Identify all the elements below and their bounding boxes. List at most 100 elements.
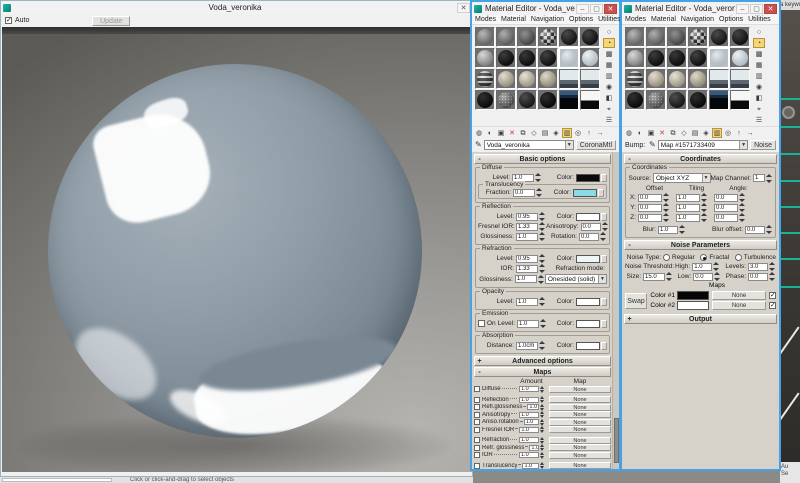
spinner[interactable] (540, 319, 547, 328)
noise-type-regular-radio[interactable] (663, 254, 670, 261)
noise-color2-map-button[interactable]: None (712, 301, 766, 310)
axis-angle-field[interactable]: 0.0 (714, 213, 738, 222)
material-sample-slot[interactable] (475, 90, 495, 110)
close-button[interactable]: ✕ (764, 3, 777, 14)
noise-type-fractal-radio[interactable] (700, 254, 708, 261)
menu-material[interactable]: Material (651, 16, 676, 23)
put-material-to-scene-icon[interactable]: ◐ (635, 128, 645, 138)
material-sample-slot[interactable] (538, 90, 558, 110)
map-amount-field[interactable]: 1.0 (519, 452, 539, 459)
material-sample-slot[interactable] (730, 69, 750, 89)
go-to-parent-icon[interactable]: ↑ (734, 128, 744, 138)
material-sample-slot[interactable] (667, 48, 687, 68)
refraction-mode-dropdown[interactable]: Onesided (solid) ▼ (544, 274, 607, 284)
material-sample-slot[interactable] (688, 90, 708, 110)
spinner[interactable] (701, 213, 708, 222)
material-sample-slot[interactable] (667, 27, 687, 47)
axis-tiling-field[interactable]: 1.0 (676, 213, 700, 222)
material-sample-slot[interactable] (559, 90, 579, 110)
spinner[interactable] (714, 272, 721, 281)
refraction-glossiness-field[interactable]: 1.0 (514, 275, 537, 283)
refraction-color-swatch[interactable] (576, 254, 600, 263)
material-sample-slot[interactable] (559, 27, 579, 47)
material-sample-slot[interactable] (709, 27, 729, 47)
me2-titlebar[interactable]: Material Editor - Voda_veronika – ▢ ✕ (622, 2, 779, 15)
map-amount-field[interactable]: 1.0 (519, 386, 539, 393)
axis-tiling-field[interactable]: 1.0 (676, 203, 700, 212)
map-button[interactable]: None (549, 451, 611, 459)
options-icon[interactable]: ◧ (753, 93, 765, 103)
spinner[interactable] (739, 193, 746, 202)
spinner[interactable] (540, 385, 547, 393)
refraction-color-map-button[interactable] (601, 254, 607, 263)
material-sample-slot[interactable] (538, 48, 558, 68)
rollout-coordinates[interactable]: - Coordinates (624, 154, 777, 164)
map-button[interactable]: None (549, 436, 611, 444)
emission-color-map-button[interactable] (601, 319, 607, 328)
noise-high-field[interactable]: 1.0 (692, 262, 713, 271)
maximize-button[interactable]: ▢ (750, 3, 763, 14)
material-sample-slot[interactable] (517, 27, 537, 47)
generate-preview-icon[interactable]: ◉ (753, 82, 765, 92)
axis-offset-field[interactable]: 0.0 (638, 193, 662, 202)
emission-color-swatch[interactable] (576, 319, 600, 328)
select-by-material-icon[interactable]: ⌖ (753, 104, 765, 114)
map-button[interactable]: None (549, 418, 611, 426)
spinner[interactable] (766, 225, 773, 234)
material-sample-slot[interactable] (475, 27, 495, 47)
map-button[interactable]: None (549, 385, 611, 393)
make-unique-icon[interactable]: ◇ (679, 128, 689, 138)
menu-modes[interactable]: Modes (625, 16, 646, 23)
material-sample-slot[interactable] (646, 48, 666, 68)
spinner[interactable] (540, 418, 547, 426)
material-sample-slot[interactable] (475, 48, 495, 68)
menu-utilities[interactable]: Utilities (598, 16, 621, 23)
spinner[interactable] (540, 411, 547, 419)
material-sample-slot[interactable] (580, 48, 600, 68)
sample-uv-tiling-icon[interactable]: ▦ (753, 60, 765, 70)
map-amount-field[interactable]: 1.0 (529, 444, 539, 451)
axis-offset-field[interactable]: 0.0 (638, 213, 662, 222)
material-map-navigator-icon[interactable]: ☰ (603, 115, 615, 125)
map-button[interactable]: None (549, 403, 611, 411)
map-enable-checkbox[interactable] (474, 396, 480, 403)
material-sample-slot[interactable] (667, 90, 687, 110)
map-enable-checkbox[interactable] (474, 462, 480, 469)
noise-type-turbulence-radio[interactable] (734, 254, 742, 261)
make-material-copy-icon[interactable]: ⧉ (668, 128, 678, 138)
map-button[interactable]: None (549, 444, 611, 452)
spinner[interactable] (540, 462, 547, 469)
rollout-output[interactable]: + Output (624, 314, 777, 324)
spinner[interactable] (540, 444, 547, 452)
select-by-material-icon[interactable]: ⌖ (603, 104, 615, 114)
go-forward-to-sibling-icon[interactable]: → (595, 128, 605, 138)
noise-levels-field[interactable]: 3.0 (748, 262, 768, 271)
material-map-navigator-icon[interactable]: ☰ (753, 115, 765, 125)
render-window-titlebar[interactable]: Voda_veronika ✕ (1, 1, 472, 14)
minimize-button[interactable]: – (736, 3, 749, 14)
spinner[interactable] (663, 203, 670, 212)
rollout-maps[interactable]: - Maps (474, 367, 611, 377)
video-color-check-icon[interactable]: ▥ (753, 71, 765, 81)
reset-map-icon[interactable]: ✕ (507, 128, 517, 138)
refraction-ior-field[interactable]: 1.33 (516, 264, 538, 273)
spinner[interactable] (679, 225, 686, 234)
generate-preview-icon[interactable]: ◉ (603, 82, 615, 92)
spinner[interactable] (663, 193, 670, 202)
noise-color1-enable-checkbox[interactable] (769, 291, 776, 299)
put-material-to-scene-icon[interactable]: ◐ (485, 128, 495, 138)
close-button[interactable]: ✕ (604, 3, 617, 14)
show-end-result-icon[interactable]: ◎ (723, 128, 733, 138)
get-material-icon[interactable]: ◍ (624, 128, 634, 138)
spinner[interactable] (701, 193, 708, 202)
spinner[interactable] (666, 272, 673, 281)
rollout-advanced-options[interactable]: + Advanced options (474, 356, 611, 366)
anisotropy-field[interactable]: 0.0 (580, 222, 601, 231)
minimize-button[interactable]: – (576, 3, 589, 14)
noise-color1-map-button[interactable]: None (712, 291, 766, 300)
spinner[interactable] (739, 213, 746, 222)
map-enable-checkbox[interactable] (474, 452, 480, 459)
opacity-level-field[interactable]: 1.0 (516, 297, 538, 306)
put-to-library-icon[interactable]: ▤ (690, 128, 700, 138)
options-icon[interactable]: ◧ (603, 93, 615, 103)
